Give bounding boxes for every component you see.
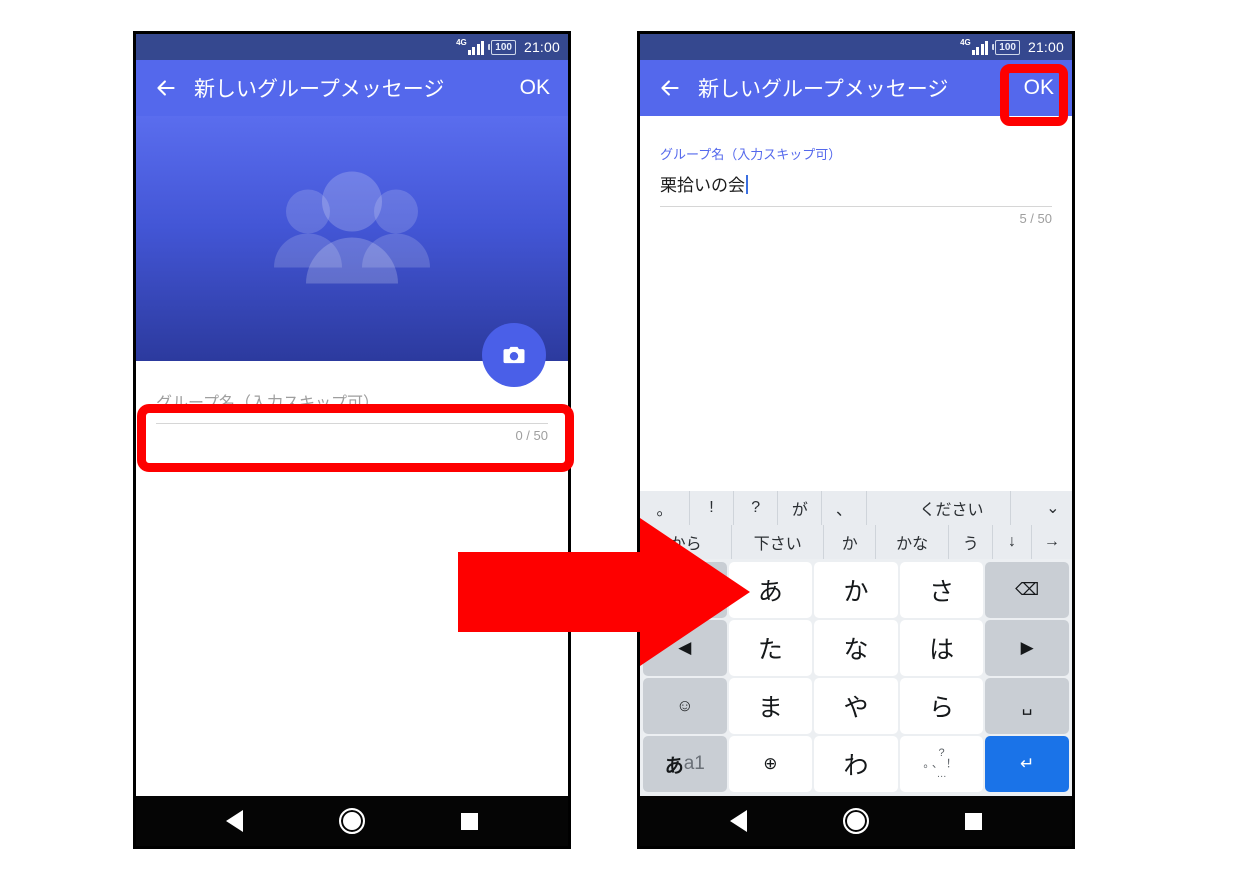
app-bar: 新しいグループメッセージ OK (640, 60, 1072, 116)
suggestion-item (1011, 491, 1034, 525)
suggestion-item[interactable]: ください (893, 491, 1011, 525)
page-title: 新しいグループメッセージ (194, 78, 445, 101)
nav-home-icon[interactable] (339, 808, 365, 834)
emoji-key[interactable]: ☺ (643, 678, 727, 734)
signal-bars-icon (467, 41, 485, 55)
key-na[interactable]: な (814, 620, 898, 676)
back-arrow-icon[interactable] (152, 74, 180, 102)
suggestion-item[interactable]: が (778, 491, 823, 525)
character-counter: 5 / 50 (1019, 211, 1052, 226)
globe-key[interactable]: ⊕ (728, 736, 813, 792)
network-type-label: 4G (960, 38, 971, 47)
phone-screen-right: 4G 100 21:00 新しいグループメッセージ OK グループ名（入力スキッ… (637, 31, 1075, 849)
signal-bars-icon (971, 41, 989, 55)
group-name-field-right[interactable]: グループ名（入力スキップ可） 栗拾いの会 5 / 50 (640, 116, 1072, 226)
suggestion-item[interactable]: かな (876, 525, 950, 559)
camera-fab-button[interactable] (482, 323, 546, 387)
group-name-text: 栗拾いの会 (660, 176, 745, 195)
group-name-placeholder: グループ名（入力スキップ可） (156, 395, 380, 412)
key-ma[interactable]: ま (728, 678, 813, 734)
phone-screen-left: 4G 100 21:00 新しいグループメッセージ OK グループ名（入力スキッ… (133, 31, 571, 849)
android-nav-bar (136, 796, 568, 846)
cursor-right-key[interactable]: ▶ (985, 620, 1069, 676)
android-nav-bar (640, 796, 1072, 846)
punctuation-key[interactable]: ?。、！… (899, 736, 984, 792)
input-mode-key[interactable]: あ a1 (643, 736, 727, 792)
key-ra[interactable]: ら (899, 678, 984, 734)
suggestion-item[interactable]: → (1032, 525, 1072, 559)
battery-indicator: 100 (992, 39, 1020, 55)
suggestion-item[interactable]: ⌄ (1034, 491, 1072, 525)
status-bar: 4G 100 21:00 (640, 34, 1072, 60)
group-name-value: 栗拾いの会 (660, 171, 748, 206)
group-name-label: グループ名（入力スキップ可） (660, 147, 842, 162)
signal-strength-icon: 4G (456, 38, 485, 55)
nav-back-icon[interactable] (730, 810, 747, 832)
network-type-label: 4G (456, 38, 467, 47)
app-bar: 新しいグループメッセージ OK (136, 60, 568, 116)
suggestion-item[interactable]: う (949, 525, 994, 559)
group-people-icon (252, 171, 452, 296)
key-ka[interactable]: か (814, 562, 898, 618)
ok-button[interactable]: OK (514, 72, 556, 104)
key-ha[interactable]: は (899, 620, 984, 676)
key-wa[interactable]: わ (814, 736, 898, 792)
page-title: 新しいグループメッセージ (698, 78, 949, 101)
signal-strength-icon: 4G (960, 38, 989, 55)
suggestion-item[interactable]: ↓ (993, 525, 1032, 559)
ok-button[interactable]: OK (1018, 72, 1060, 104)
nav-recents-icon[interactable] (965, 812, 982, 830)
clock-label: 21:00 (1027, 39, 1064, 55)
enter-key[interactable]: ↵ (985, 736, 1069, 792)
character-counter: 0 / 50 (515, 428, 548, 443)
nav-home-icon[interactable] (843, 808, 869, 834)
suggestion-item[interactable]: か (824, 525, 877, 559)
suggestion-item (867, 491, 894, 525)
battery-indicator: 100 (488, 39, 516, 55)
nav-back-icon[interactable] (226, 810, 243, 832)
group-photo-header (136, 116, 568, 387)
backspace-key[interactable]: ⌫ (985, 562, 1069, 618)
clock-label: 21:00 (523, 39, 560, 55)
flow-arrow-icon (458, 518, 750, 666)
nav-recents-icon[interactable] (461, 812, 478, 830)
back-arrow-icon[interactable] (656, 74, 684, 102)
suggestion-item[interactable]: 、 (822, 491, 867, 525)
key-ya[interactable]: や (814, 678, 898, 734)
status-bar: 4G 100 21:00 (136, 34, 568, 60)
text-caret (746, 175, 748, 194)
space-key[interactable]: ␣ (985, 678, 1069, 734)
key-sa[interactable]: さ (899, 562, 984, 618)
